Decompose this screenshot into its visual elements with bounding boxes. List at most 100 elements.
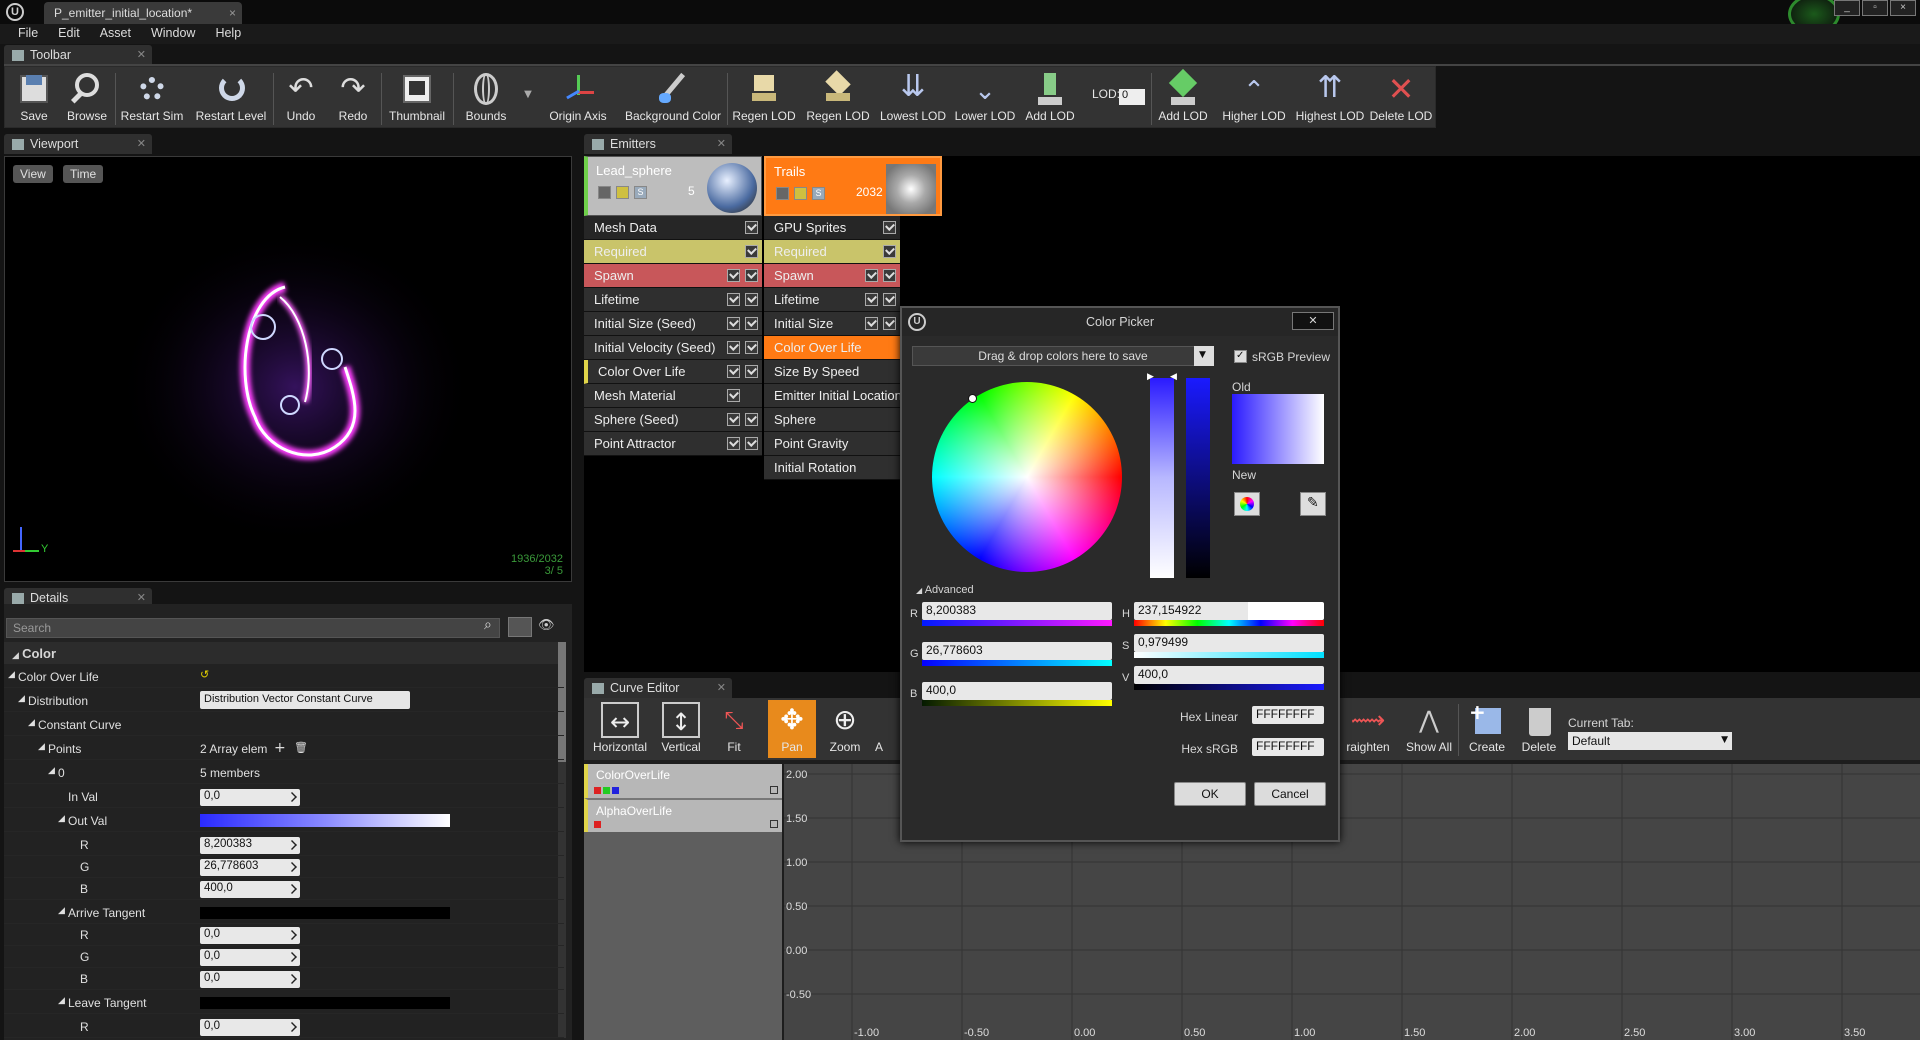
srgb-preview-checkbox[interactable]: ✓ [1234, 350, 1247, 363]
regen-lod-button-1[interactable]: Regen LOD [731, 69, 797, 127]
search-input[interactable]: Search [6, 618, 500, 638]
ok-button[interactable]: OK [1174, 782, 1246, 806]
document-tab[interactable]: P_emitter_initial_location* × [44, 2, 242, 24]
eyedropper-button[interactable]: ✎ [1300, 492, 1326, 516]
restart-sim-button[interactable]: Restart Sim [117, 69, 187, 127]
zoom-button[interactable]: ⊕ Zoom [822, 700, 868, 758]
add-lod-button-1[interactable]: Add LOD [1023, 69, 1077, 127]
eye-icon[interactable]: 👁 [538, 618, 555, 633]
close-panel-icon[interactable]: ✕ [137, 591, 146, 604]
out-val-color-swatch[interactable] [200, 814, 450, 827]
module-item[interactable]: GPU Sprites [764, 216, 900, 240]
reset-arrow-icon[interactable]: ↺ [200, 668, 209, 681]
thumbnail-button[interactable]: Thumbnail [385, 69, 449, 127]
curve-editor-tab[interactable]: Curve Editor ✕ [584, 678, 732, 698]
module-enable-checkbox[interactable] [727, 269, 740, 282]
color-themes-button[interactable] [1234, 492, 1260, 516]
module-item[interactable]: Color Over Life [584, 360, 762, 384]
module-curve-icon[interactable] [745, 245, 758, 258]
delete-lod-button[interactable]: ✕ Delete LOD [1369, 69, 1433, 127]
emitters-tab[interactable]: Emitters ✕ [584, 134, 732, 154]
bounds-dropdown-icon[interactable]: ▼ [521, 89, 535, 103]
module-item[interactable]: Initial Size [764, 312, 900, 336]
viewport-tab[interactable]: Viewport ✕ [4, 134, 152, 154]
module-item[interactable]: Initial Rotation [764, 456, 900, 480]
module-item[interactable]: Color Over Life [764, 336, 900, 360]
hex-srgb-input[interactable]: FFFFFFFF [1252, 738, 1324, 756]
track-color-over-life[interactable]: ColorOverLife [584, 764, 782, 798]
module-curve-icon[interactable] [745, 269, 758, 282]
s-input[interactable]: 0,979499 [1134, 634, 1324, 652]
module-item[interactable]: Point Attractor [584, 432, 762, 456]
h-gradient[interactable] [1134, 620, 1324, 626]
module-enable-checkbox[interactable] [727, 437, 740, 450]
in-val-field[interactable]: 0,0 [200, 789, 300, 806]
saturation-slider[interactable] [1150, 378, 1174, 578]
minimize-icon[interactable]: _ [1834, 0, 1860, 16]
lower-lod-button[interactable]: ⌄ Lower LOD [953, 69, 1017, 127]
module-item[interactable]: Sphere (Seed) [584, 408, 762, 432]
module-item[interactable]: Lifetime [764, 288, 900, 312]
module-curve-icon[interactable] [745, 413, 758, 426]
module-item[interactable]: Mesh Data [584, 216, 762, 240]
module-enable-checkbox[interactable] [727, 293, 740, 306]
module-enable-checkbox[interactable] [865, 269, 878, 282]
menu-asset[interactable]: Asset [90, 24, 141, 44]
module-item[interactable]: Required [764, 240, 900, 264]
cancel-button[interactable]: Cancel [1254, 782, 1326, 806]
module-curve-icon[interactable] [745, 293, 758, 306]
module-item[interactable]: Spawn [584, 264, 762, 288]
v-gradient[interactable] [1134, 684, 1324, 690]
b-gradient[interactable] [922, 700, 1112, 706]
browse-button[interactable]: Browse [63, 69, 111, 127]
distribution-dropdown[interactable]: Distribution Vector Constant Curve [200, 691, 410, 709]
out-r-field[interactable]: 8,200383 [200, 837, 300, 854]
arrive-r-field[interactable]: 0,0 [200, 927, 300, 944]
regen-lod-button-2[interactable]: Regen LOD [805, 69, 871, 127]
undo-button[interactable]: ↶ Undo [279, 69, 323, 127]
module-curve-icon[interactable] [745, 341, 758, 354]
arrive-b-field[interactable]: 0,0 [200, 971, 300, 988]
menu-help[interactable]: Help [205, 24, 251, 44]
module-item[interactable]: Point Gravity [764, 432, 900, 456]
module-curve-icon[interactable] [883, 317, 896, 330]
close-panel-icon[interactable]: ✕ [137, 137, 146, 150]
fit-button[interactable]: ⤡ Fit [712, 700, 756, 758]
menu-window[interactable]: Window [141, 24, 205, 44]
r-gradient[interactable] [922, 620, 1112, 626]
module-enable-checkbox[interactable] [727, 341, 740, 354]
leave-tangent-swatch[interactable] [200, 997, 450, 1009]
track-alpha-over-life[interactable]: AlphaOverLife [584, 798, 782, 832]
toolbar-tab[interactable]: Toolbar ✕ [4, 45, 152, 65]
color-wheel[interactable] [932, 382, 1122, 572]
close-panel-icon[interactable]: ✕ [717, 137, 726, 150]
module-curve-icon[interactable] [745, 317, 758, 330]
module-enable-checkbox[interactable] [727, 389, 740, 402]
arrive-g-field[interactable]: 0,0 [200, 949, 300, 966]
module-curve-icon[interactable] [745, 221, 758, 234]
module-item[interactable]: Initial Size (Seed) [584, 312, 762, 336]
show-all-button[interactable]: ⋀ Show All [1402, 700, 1456, 758]
module-curve-icon[interactable] [883, 269, 896, 282]
r-input[interactable]: 8,200383 [922, 602, 1112, 620]
v-input[interactable]: 400,0 [1134, 666, 1324, 684]
add-element-icon[interactable]: + [274, 740, 286, 756]
create-button[interactable]: + Create [1462, 700, 1512, 758]
color-wheel-selector[interactable] [968, 394, 977, 403]
close-tab-icon[interactable]: × [229, 6, 236, 20]
delete-button[interactable]: Delete [1516, 700, 1562, 758]
auto-button[interactable]: A [872, 700, 886, 758]
saved-colors-dropzone[interactable]: Drag & drop colors here to save [912, 346, 1214, 366]
menu-file[interactable]: File [8, 24, 48, 44]
view-options-icon[interactable] [508, 617, 532, 637]
out-g-field[interactable]: 26,778603 [200, 859, 300, 876]
value-slider[interactable] [1186, 378, 1210, 578]
saturation-marker-icon[interactable]: ▶ [1147, 372, 1154, 382]
emitter-enable-checkbox[interactable] [598, 186, 611, 199]
restart-level-button[interactable]: Restart Level [193, 69, 269, 127]
viewport[interactable]: View Time Y 1936/2032 3/ 5 [4, 156, 572, 582]
emitter-solo-icon[interactable] [794, 187, 807, 200]
origin-axis-button[interactable]: Origin Axis [541, 69, 615, 127]
s-gradient[interactable] [1134, 652, 1324, 658]
background-color-button[interactable]: Background Color [621, 69, 725, 127]
